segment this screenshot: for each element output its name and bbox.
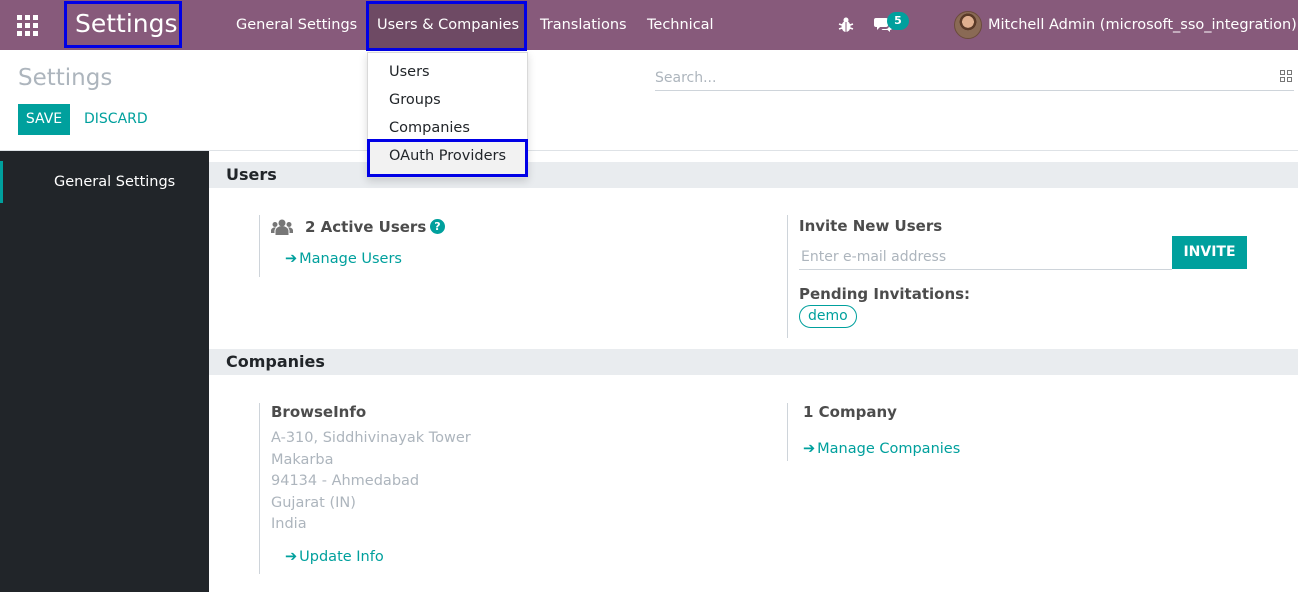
pending-invitation-tag[interactable]: demo bbox=[799, 305, 857, 328]
menu-technical[interactable]: Technical bbox=[647, 0, 714, 50]
invite-new-users-label: Invite New Users bbox=[799, 217, 943, 235]
dropdown-item-users[interactable]: Users bbox=[368, 58, 527, 86]
top-navbar: Settings General Settings Users & Compan… bbox=[0, 0, 1298, 51]
bug-icon[interactable] bbox=[838, 16, 854, 34]
search-bar bbox=[655, 66, 1294, 91]
manage-companies-link[interactable]: ➔ Manage Companies bbox=[803, 441, 960, 457]
save-button[interactable]: SAVE bbox=[18, 104, 70, 135]
arrow-right-icon: ➔ bbox=[285, 549, 298, 565]
settings-sidebar: General Settings bbox=[0, 151, 209, 592]
menu-users-companies[interactable]: Users & Companies bbox=[377, 0, 519, 50]
app-brand[interactable]: Settings bbox=[64, 1, 182, 48]
arrow-right-icon: ➔ bbox=[285, 251, 298, 267]
manage-users-label: Manage Users bbox=[299, 251, 402, 267]
update-info-link[interactable]: ➔ Update Info bbox=[285, 549, 384, 565]
apps-grid-icon[interactable] bbox=[14, 13, 40, 37]
address-line: Gujarat (IN) bbox=[271, 495, 356, 511]
active-users-count: 2 Active Users bbox=[305, 218, 427, 236]
avatar[interactable] bbox=[954, 11, 982, 39]
users-icon bbox=[271, 219, 293, 235]
update-info-label: Update Info bbox=[299, 549, 384, 565]
pending-invitations-label: Pending Invitations: bbox=[799, 285, 971, 303]
sidebar-item-general-settings[interactable]: General Settings bbox=[0, 161, 209, 203]
company-block bbox=[259, 403, 260, 574]
menu-general-settings[interactable]: General Settings bbox=[236, 0, 357, 50]
invite-block bbox=[787, 215, 788, 338]
arrow-right-icon: ➔ bbox=[803, 441, 816, 457]
section-header-companies: Companies bbox=[209, 349, 1298, 375]
manage-companies-label: Manage Companies bbox=[817, 441, 961, 457]
manage-users-link[interactable]: ➔ Manage Users bbox=[285, 251, 402, 267]
dropdown-item-oauth-providers[interactable]: OAuth Providers bbox=[368, 142, 527, 170]
users-block bbox=[259, 215, 260, 277]
menu-translations[interactable]: Translations bbox=[540, 0, 627, 50]
email-field[interactable] bbox=[799, 245, 1172, 270]
company-count-block bbox=[787, 403, 788, 461]
address-line: Makarba bbox=[271, 452, 334, 468]
invite-button[interactable]: INVITE bbox=[1172, 236, 1247, 269]
search-options-icon[interactable] bbox=[1280, 70, 1292, 82]
company-name: BrowseInfo bbox=[271, 403, 367, 421]
address-line: India bbox=[271, 516, 307, 532]
search-input[interactable] bbox=[655, 66, 1255, 90]
address-line: A-310, Siddhivinayak Tower bbox=[271, 430, 471, 446]
address-line: 94134 - Ahmedabad bbox=[271, 473, 420, 489]
dropdown-item-companies[interactable]: Companies bbox=[368, 114, 527, 142]
user-menu[interactable]: Mitchell Admin (microsoft_sso_integratio… bbox=[988, 0, 1297, 50]
chat-count-badge: 5 bbox=[887, 12, 909, 30]
dropdown-item-groups[interactable]: Groups bbox=[368, 86, 527, 114]
discard-button[interactable]: DISCARD bbox=[84, 104, 148, 135]
help-icon[interactable]: ? bbox=[430, 219, 445, 234]
company-count: 1 Company bbox=[803, 403, 897, 421]
page-title: Settings bbox=[18, 65, 113, 91]
